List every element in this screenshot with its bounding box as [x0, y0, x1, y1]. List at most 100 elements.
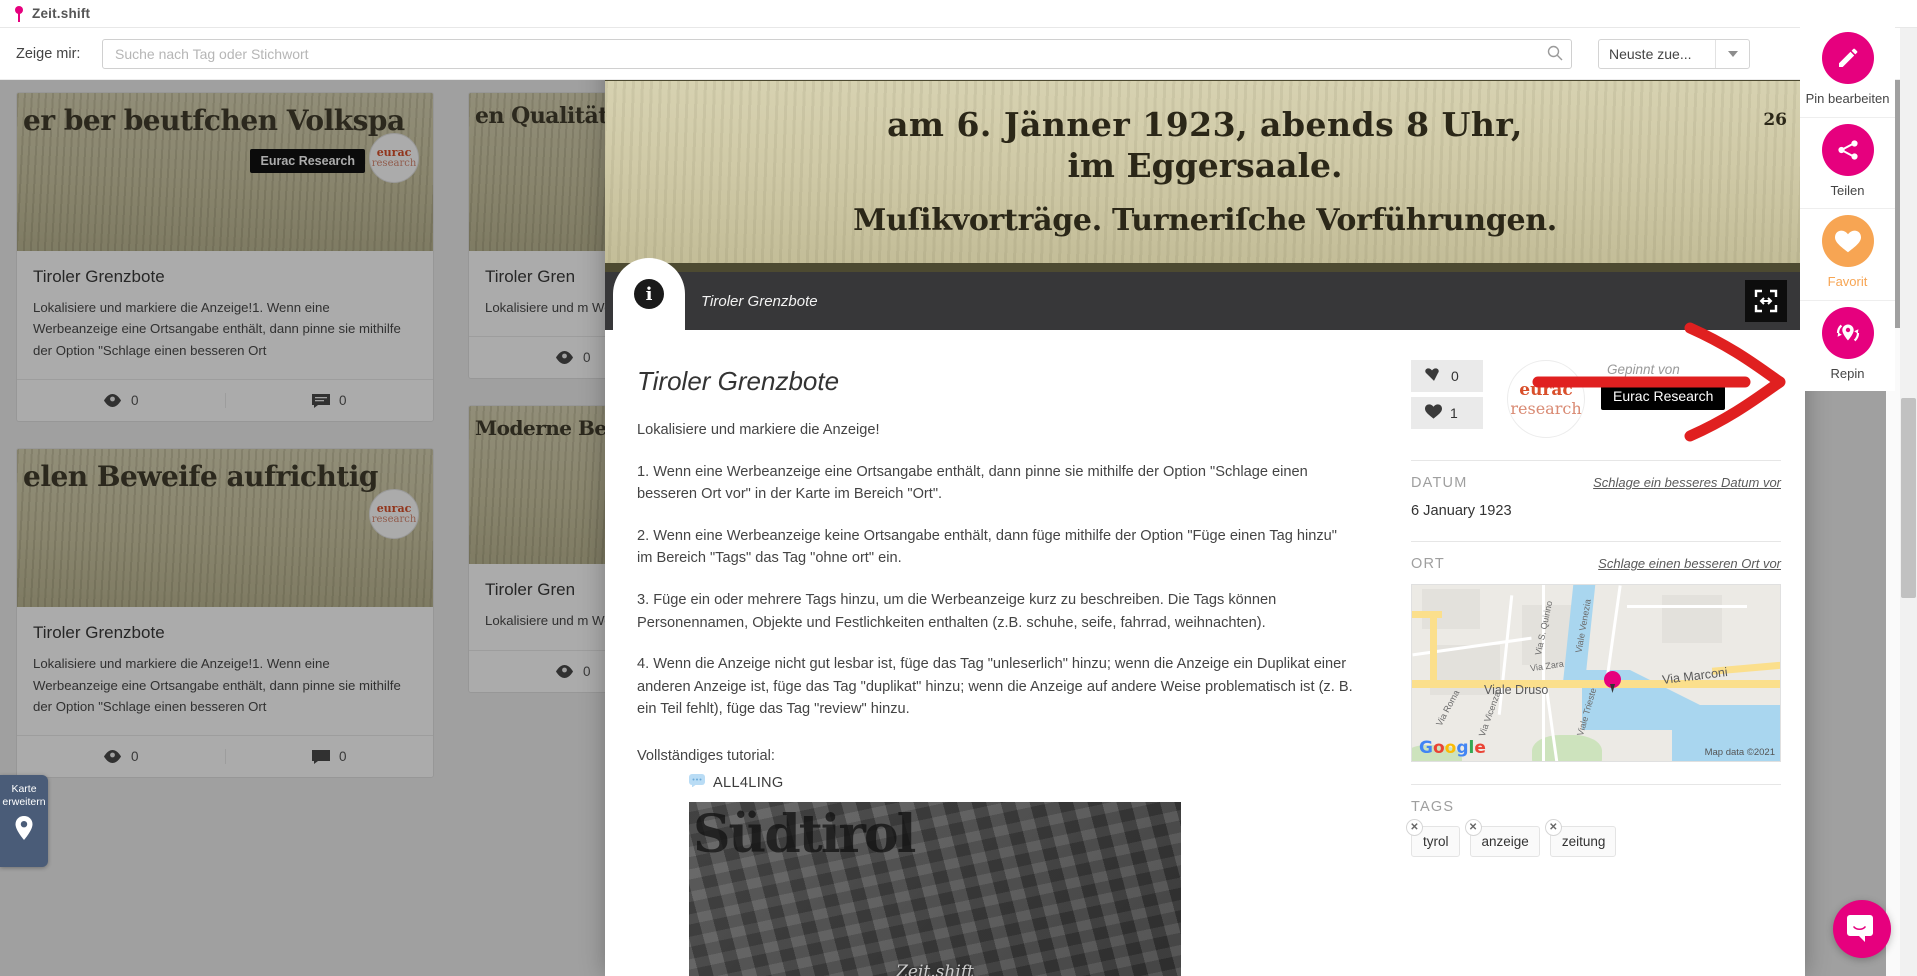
tag-chip[interactable]: ✕ zeitung: [1544, 819, 1617, 857]
card-title: Tiroler Grenzbote: [33, 267, 165, 286]
chevron-down-icon[interactable]: [1715, 39, 1749, 68]
heart-outline-down-icon: [1425, 367, 1443, 385]
search-label: Zeige mir:: [16, 45, 81, 62]
date-value: 6 January 1923: [1411, 503, 1512, 519]
page-title: Tiroler Grenzbote: [637, 366, 840, 396]
modal-meta-panel: 0 1 eurac research Gepinnt von Eurac Res…: [1395, 330, 1805, 976]
search-input[interactable]: [102, 38, 1572, 69]
close-icon[interactable]: ✕: [1464, 819, 1482, 836]
card-views-count: 0: [582, 663, 591, 679]
eye-icon: [103, 394, 121, 408]
app-root: Zeit.shift Zeige mir: Neuste zue...: [0, 0, 1917, 976]
tutorial-label: Vollständiges tutorial:: [637, 748, 775, 765]
card-comments-count: 0: [338, 393, 347, 409]
share-icon: [1821, 123, 1874, 176]
pinned-by-tooltip: Eurac Research: [1601, 382, 1726, 410]
card-views-count: 0: [582, 350, 591, 366]
place-section-label: ORT: [1411, 556, 1445, 572]
page-scrollbar-thumb[interactable]: [1901, 398, 1916, 598]
top-bar: Zeit.shift: [0, 0, 1917, 28]
tutorial-thumbnail[interactable]: Südtirol Zeit.shift: [689, 802, 1181, 976]
description-paragraph: 2. Wenn eine Werbeanzeige keine Ortsanga…: [637, 527, 1337, 567]
date-section-label: DATUM: [1411, 475, 1468, 491]
tag-chip[interactable]: ✕ anzeige: [1464, 819, 1540, 857]
card-owner-tooltip: Eurac Research: [250, 149, 365, 173]
expand-map-button[interactable]: Karte erweitern: [0, 775, 48, 867]
comment-icon: [311, 393, 330, 408]
card-views: 0: [17, 393, 225, 408]
brand[interactable]: Zeit.shift: [0, 5, 90, 22]
clipping-number: 26: [1763, 110, 1787, 130]
heart-filled-icon: [1425, 404, 1442, 422]
map-pin-icon: [14, 5, 24, 22]
tutorial-link-text: ALL4LING: [713, 775, 784, 792]
tutorial-thumb-headline: Südtirol: [693, 804, 916, 866]
card-image: er ber beutfchen Volkspa Eurac Research …: [17, 93, 433, 251]
card-views: 0: [17, 749, 225, 764]
repin-button[interactable]: Repin: [1800, 299, 1895, 392]
chat-button[interactable]: [1833, 900, 1891, 958]
speech-bubble-icon: [689, 774, 705, 792]
pin-card[interactable]: er ber beutfchen Volkspa Eurac Research …: [16, 92, 434, 423]
info-icon: i: [634, 279, 664, 309]
downvote-button[interactable]: 0: [1411, 360, 1483, 392]
modal-sub-bar: Tiroler Grenzbote: [605, 272, 1805, 330]
expand-map-label-line1: Karte: [11, 783, 37, 795]
sort-select[interactable]: Neuste zue...: [1598, 38, 1750, 69]
map-label: Via dell'Isarco: [1780, 602, 1781, 658]
tutorial-link[interactable]: ALL4LING: [689, 774, 1355, 792]
clipping-line-1: am 6. Jänner 1923, abends 8 Uhr,: [887, 105, 1523, 145]
clipping-line-2: im Eggersaale.: [1067, 145, 1343, 185]
card-image: elen Beweife aufrichtig Eurac Research e…: [17, 449, 433, 608]
close-icon[interactable]: ✕: [1406, 819, 1423, 836]
share-button[interactable]: Teilen: [1800, 116, 1895, 209]
avatar[interactable]: eurac research: [1507, 360, 1585, 438]
action-rail: Pin bearbeiten Teilen Favorit Repin: [1800, 18, 1895, 392]
info-badge[interactable]: i: [613, 258, 685, 330]
avatar: euracresearch: [369, 133, 419, 183]
share-label: Teilen: [1830, 182, 1865, 198]
card-views-count: 0: [130, 749, 139, 765]
edit-pin-button[interactable]: Pin bearbeiten: [1800, 26, 1895, 117]
repin-icon: [1821, 306, 1874, 359]
tag-label: tyrol: [1423, 834, 1449, 849]
card-title: Tiroler Grenzbote: [33, 623, 165, 643]
description-paragraph: 3. Füge ein oder mehrere Tags hinzu, um …: [637, 592, 1277, 631]
suggest-date-link[interactable]: Schlage ein besseres Datum vor: [1593, 475, 1781, 490]
card-footer: 0 0: [17, 379, 433, 421]
description-paragraph: 1. Wenn eine Werbeanzeige eine Ortsangab…: [637, 463, 1308, 503]
pinned-by-label: Gepinnt von: [1607, 362, 1680, 377]
sort-select-value: Neuste zue...: [1609, 45, 1692, 62]
modal-description-panel: Tiroler Grenzbote Lokalisiere und markie…: [605, 330, 1395, 976]
tag-label: zeitung: [1561, 834, 1606, 849]
card-views-count: 0: [130, 393, 139, 409]
modal-scrollbar[interactable]: [1886, 328, 1900, 976]
tags-list: ✕ tyrol ✕ anzeige ✕ zeitung: [1406, 819, 1781, 857]
card-clip-text: elen Beweife aufrichtig: [23, 460, 379, 494]
eye-icon: [555, 664, 573, 678]
search-icon[interactable]: [1547, 45, 1563, 61]
card-description: Lokalisiere und markiere die Anzeige!1. …: [33, 656, 401, 714]
pin-card[interactable]: elen Beweife aufrichtig Eurac Research e…: [16, 448, 434, 779]
map-pin-icon: [1604, 671, 1621, 688]
likes-row: 0 1 eurac research Gepinnt von Eurac Res…: [1411, 360, 1781, 438]
tutorial-thumb-caption: Zeit.shift: [896, 962, 974, 976]
location-map[interactable]: Via S. Quirino Viale Venezia Via Zara Vi…: [1411, 584, 1781, 762]
search-field-wrapper: [102, 38, 1572, 69]
google-logo: Google: [1419, 738, 1486, 758]
upvote-button[interactable]: 1: [1411, 397, 1483, 429]
edit-pin-label: Pin bearbeiten: [1805, 91, 1890, 106]
fullscreen-icon[interactable]: [1745, 280, 1787, 322]
tag-chip[interactable]: ✕ tyrol: [1406, 819, 1460, 857]
pencil-icon: [1821, 32, 1874, 84]
avatar-line-1: eurac: [1519, 379, 1573, 400]
close-icon[interactable]: ✕: [1544, 819, 1562, 836]
suggest-place-link[interactable]: Schlage einen besseren Ort vor: [1598, 556, 1781, 571]
newspaper-clipping: am 6. Jänner 1923, abends 8 Uhr, im Egge…: [605, 72, 1805, 272]
tags-section-label: TAGS: [1411, 799, 1455, 815]
modal-subbar-title: Tiroler Grenzbote: [701, 292, 818, 310]
downvote-count: 0: [1451, 368, 1459, 384]
eye-icon: [555, 351, 573, 365]
card-clip-text: er ber beutfchen Volkspa: [23, 104, 405, 137]
favorite-button[interactable]: Favorit: [1800, 208, 1895, 300]
